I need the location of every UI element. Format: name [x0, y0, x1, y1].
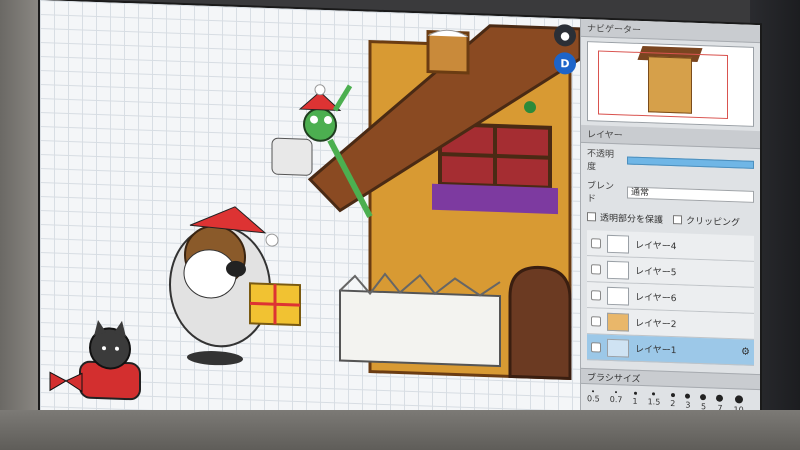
blend-mode-select[interactable]: 通常 [627, 186, 754, 203]
layer-row-active[interactable]: レイヤー1 ⚙ [587, 334, 754, 366]
layer-thumbnail [607, 312, 629, 332]
chimney [426, 29, 470, 75]
layer-thumbnail [607, 234, 629, 254]
lock-alpha-checkbox[interactable] [587, 212, 596, 222]
brush-size-option[interactable]: 0.7 [610, 391, 622, 410]
visibility-icon[interactable] [591, 315, 601, 327]
drawing-canvas[interactable]: ● D [40, 0, 580, 439]
opacity-label: 不透明度 [587, 149, 615, 173]
layer-name: レイヤー2 [635, 318, 677, 331]
layer-thumbnail [607, 286, 629, 306]
layer-name: レイヤー5 [635, 266, 677, 279]
brush-size-option[interactable]: 1 [632, 391, 638, 411]
illustration [49, 24, 580, 401]
clipping-checkbox[interactable] [673, 215, 683, 225]
preview-viewport-frame[interactable] [598, 50, 728, 120]
fence-box [339, 289, 501, 368]
visibility-icon[interactable] [591, 237, 601, 249]
navigator-header: ナビゲーター [581, 18, 760, 44]
visibility-icon[interactable] [591, 263, 601, 275]
lock-alpha-label: 透明部分を保護 [600, 213, 664, 226]
cat-illustration [49, 320, 141, 401]
brush-size-option[interactable]: 1.5 [648, 392, 660, 411]
visibility-icon[interactable] [591, 341, 601, 353]
right-side-panel: ナビゲーター レイヤー 不透明度 ブレンド 通常 透明部分を保護 クリッピング … [580, 18, 760, 446]
gear-icon[interactable]: ⚙ [741, 346, 750, 357]
device-bezel-bottom [0, 410, 800, 450]
tablet-screen: ● D ナビゲーター レイヤー 不透明度 ブレンド 通常 透明部分を保護 クリッ… [40, 0, 760, 446]
blend-label: ブレンド [587, 181, 615, 205]
layer-name: レイヤー1 [635, 344, 677, 357]
menu-icon[interactable]: ● [554, 23, 576, 47]
layer-thumbnail [607, 338, 629, 358]
tool-d-button[interactable]: D [554, 51, 576, 75]
penguin-illustration [169, 206, 301, 366]
navigator-preview[interactable] [587, 41, 754, 127]
layer-thumbnail [607, 260, 629, 280]
house-door [508, 265, 572, 381]
layer-name: レイヤー6 [635, 292, 677, 305]
visibility-icon[interactable] [591, 289, 601, 301]
clipping-label: クリッピング [686, 216, 741, 229]
layer-name: レイヤー4 [635, 240, 677, 253]
brush-size-option[interactable]: 0.5 [587, 390, 600, 409]
window-planter [432, 183, 558, 215]
opacity-slider[interactable] [627, 156, 754, 169]
layer-list: レイヤー4 レイヤー5 レイヤー6 レイヤー2 レイヤー1 ⚙ [587, 230, 754, 366]
